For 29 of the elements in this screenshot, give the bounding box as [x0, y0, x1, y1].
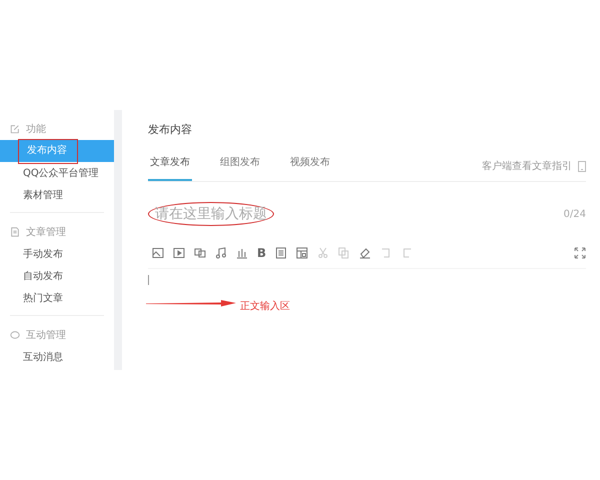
fullscreen-icon[interactable] [574, 247, 586, 259]
list-icon[interactable] [275, 247, 288, 259]
bold-button[interactable]: B [257, 246, 266, 260]
layers-icon[interactable] [194, 247, 206, 259]
page-title: 发布内容 [148, 122, 193, 137]
chart-icon[interactable] [236, 247, 248, 259]
video-icon[interactable] [173, 247, 185, 259]
sidebar-group-label: 文章管理 [26, 226, 66, 239]
group-icon [10, 124, 20, 134]
tab[interactable]: 视频发布 [288, 151, 332, 181]
tab[interactable]: 文章发布 [148, 151, 192, 181]
sidebar-item[interactable]: 互动消息 [18, 346, 68, 368]
image-icon[interactable] [152, 247, 164, 259]
group-icon [10, 330, 20, 340]
sidebar-item[interactable]: 自动发布 [18, 265, 68, 287]
sidebar-group-label: 互动管理 [26, 329, 66, 342]
eraser-icon[interactable] [359, 247, 372, 259]
sidebar-item[interactable]: 热门文章 [18, 287, 68, 309]
tab[interactable]: 组图发布 [218, 151, 262, 181]
sidebar-item[interactable]: 手动发布 [18, 243, 68, 265]
music-icon[interactable] [215, 247, 227, 259]
annotation-label: 正文输入区 [240, 300, 290, 313]
character-counter: 0/24 [564, 208, 586, 220]
template-icon[interactable] [296, 247, 308, 259]
sidebar-item[interactable]: 素材管理 [18, 184, 68, 206]
sidebar-item[interactable]: QQ公众平台管理 [18, 162, 104, 184]
group-icon [10, 227, 20, 237]
sidebar-group-label: 功能 [26, 122, 46, 136]
phone-icon [578, 160, 586, 172]
